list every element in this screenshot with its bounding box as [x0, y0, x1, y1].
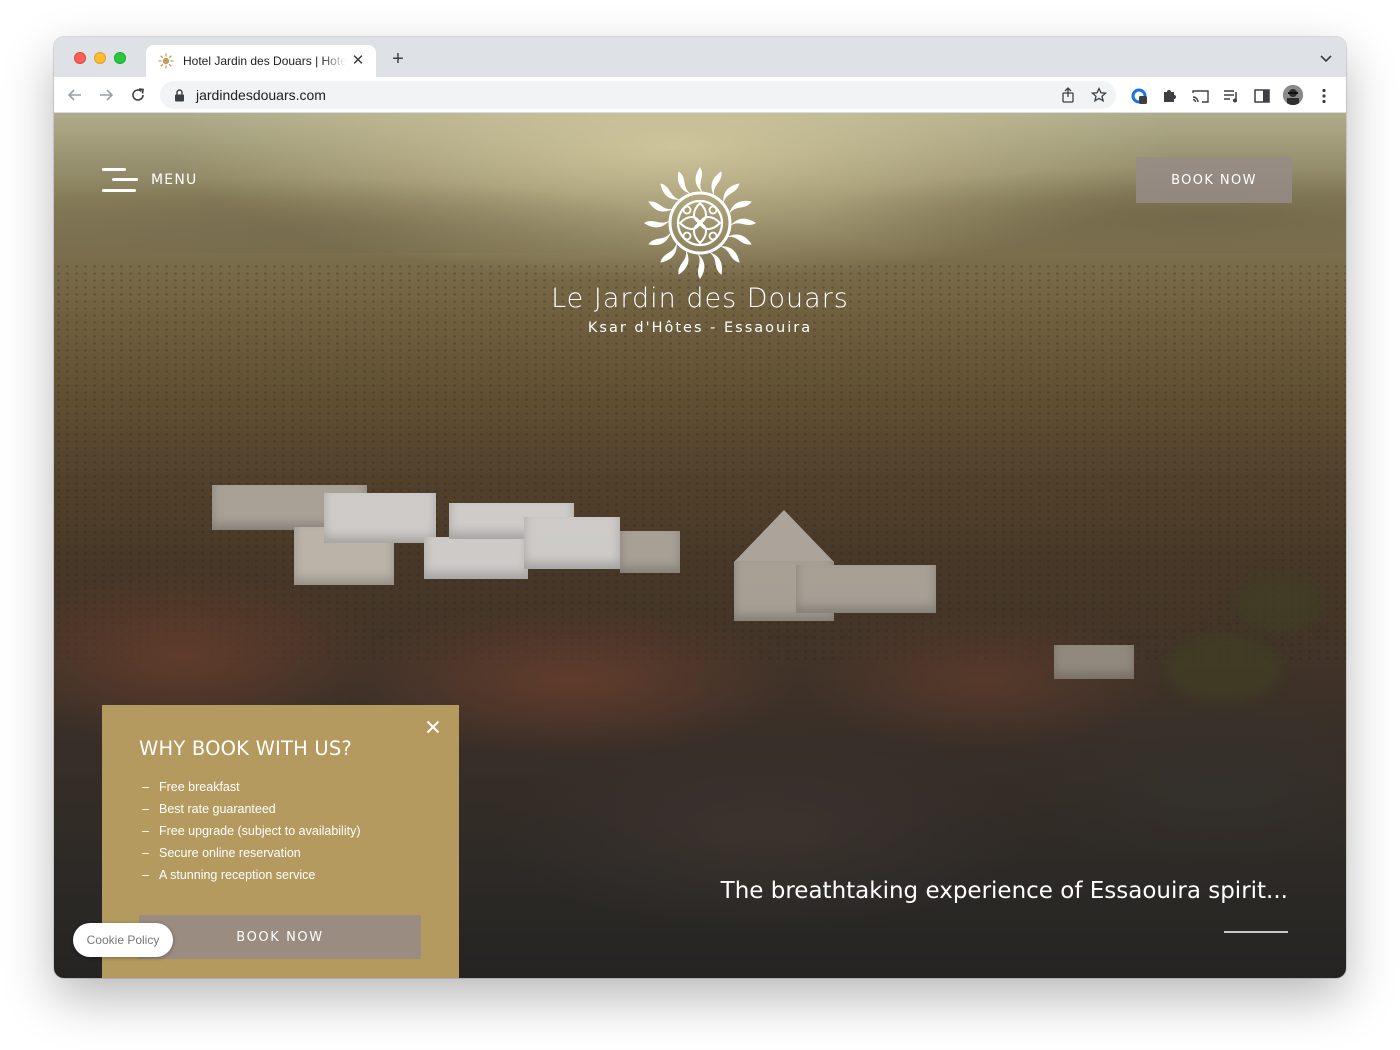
book-now-button[interactable]: BOOK NOW — [1136, 157, 1292, 203]
hamburger-icon — [102, 167, 138, 193]
forward-icon[interactable] — [94, 83, 118, 107]
new-tab-button[interactable]: + — [387, 48, 409, 70]
list-item: – Free upgrade (subject to availability) — [142, 824, 361, 838]
cast-icon[interactable] — [1191, 87, 1209, 105]
tab-close-icon[interactable]: ✕ — [350, 53, 366, 69]
popup-book-now-button[interactable]: BOOK NOW — [139, 915, 421, 959]
benefits-list: – Free breakfast – Best rate guaranteed – F… — [142, 776, 361, 886]
close-icon[interactable] — [425, 719, 441, 735]
bookmark-star-icon[interactable] — [1090, 86, 1108, 103]
url-text: jardindesdouars.com — [196, 87, 326, 103]
hero-tagline: The breathtaking experience of Essaouira… — [720, 878, 1288, 904]
sun-favicon-icon — [158, 53, 174, 69]
puzzle-icon[interactable] — [1160, 87, 1178, 105]
hero-section: MENU BOOK NOW Le Jardin des Douars Ksar … — [54, 113, 1346, 978]
back-icon[interactable] — [63, 83, 87, 107]
reading-list-icon[interactable] — [1222, 87, 1240, 105]
minimize-window-button[interactable] — [94, 52, 106, 64]
sidebar-icon[interactable] — [1253, 87, 1271, 105]
close-window-button[interactable] — [74, 52, 86, 64]
tab-strip: Hotel Jardin des Douars | Hotel ✕ + — [54, 37, 1346, 77]
extension-icon[interactable] — [1130, 87, 1148, 105]
browser-tab[interactable]: Hotel Jardin des Douars | Hotel ✕ — [146, 45, 376, 77]
menu-button[interactable]: MENU — [102, 165, 197, 195]
browser-toolbar: jardindesdouars.com — [54, 77, 1346, 113]
maximize-window-button[interactable] — [114, 52, 126, 64]
list-item: – Secure online reservation — [142, 846, 301, 860]
sun-logo-icon[interactable] — [642, 165, 758, 281]
tagline-underline — [1224, 931, 1288, 933]
lock-icon[interactable] — [172, 88, 186, 102]
avatar[interactable] — [1283, 85, 1303, 105]
browser-window: Hotel Jardin des Douars | Hotel ✕ + jard… — [54, 37, 1346, 978]
menu-label: MENU — [151, 172, 198, 188]
reload-icon[interactable] — [126, 83, 150, 107]
tab-title: Hotel Jardin des Douars | Hotel — [183, 54, 346, 68]
list-item: – A stunning reception service — [142, 868, 316, 882]
share-icon[interactable] — [1060, 87, 1076, 103]
address-bar[interactable]: jardindesdouars.com — [160, 81, 1116, 109]
list-item: – Free breakfast — [142, 780, 240, 794]
tab-search-chevron-icon[interactable] — [1318, 50, 1334, 66]
brand-name: Le Jardin des Douars — [551, 283, 849, 314]
popup-title: WHY BOOK WITH US? — [139, 737, 352, 760]
more-icon[interactable] — [1315, 87, 1333, 105]
cookie-policy-button[interactable]: Cookie Policy — [73, 923, 173, 957]
list-item: – Best rate guaranteed — [142, 802, 276, 816]
brand-subtitle: Ksar d'Hôtes - Essaouira — [587, 320, 813, 336]
